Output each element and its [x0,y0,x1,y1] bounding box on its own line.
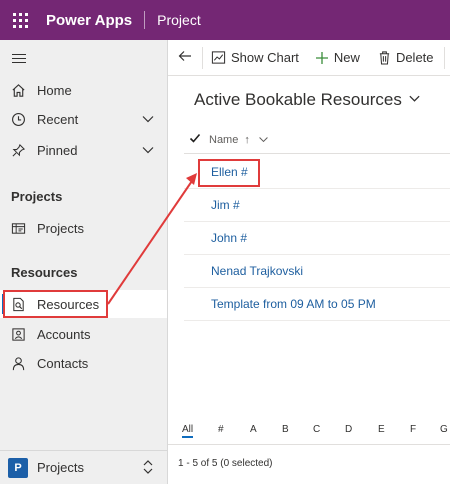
sort-ascending-icon: ↑ [244,133,250,146]
chevron-down-icon[interactable] [141,112,155,129]
column-name-header[interactable]: Name [209,134,238,146]
sidebar-item-label: Accounts [37,326,91,342]
record-link[interactable]: John # [211,231,247,245]
top-divider [144,11,146,29]
top-bar: Power Apps Project [0,0,450,40]
chevron-down-icon[interactable] [141,143,155,160]
record-link[interactable]: Jim # [211,198,240,212]
pin-icon [10,142,26,158]
hamburger-menu-icon[interactable] [12,54,26,64]
filter-letter[interactable]: D [345,424,352,435]
back-arrow-icon [178,49,192,66]
filter-letter[interactable]: F [410,424,416,435]
alphabet-filter: All # A B C D E F G [170,418,450,442]
delete-label: Delete [395,50,434,65]
filter-letter[interactable]: G [440,424,448,435]
sidebar-item-accounts[interactable]: Accounts [0,320,167,348]
select-all-checkmark-icon[interactable] [189,132,201,147]
chart-icon [211,50,226,65]
area-switcher-label: Projects [37,460,84,475]
sidebar: Home Recent Pinned Projects Projects Res… [0,40,168,484]
area-badge: P [8,457,28,478]
home-icon [10,82,26,98]
sidebar-item-label: Contacts [37,355,89,371]
clock-icon [10,111,26,127]
accounts-icon [10,326,26,342]
project-board-icon [10,220,26,236]
sidebar-item-home[interactable]: Home [0,76,167,104]
plus-icon [315,51,329,65]
annotation-highlight-resources [3,290,108,318]
new-label: New [333,50,360,65]
section-header-projects: Projects [11,189,63,204]
record-link[interactable]: Template from 09 AM to 05 PM [211,297,376,311]
new-button[interactable]: New [315,40,360,76]
sidebar-item-recent[interactable]: Recent [0,105,167,133]
command-bar: Show Chart New Delete [168,40,450,76]
filter-letter[interactable]: E [378,424,385,435]
area-switcher[interactable]: P Projects [0,450,167,484]
footer-divider [168,444,450,445]
show-chart-button[interactable]: Show Chart [211,40,299,76]
back-button[interactable] [168,40,202,76]
table-row[interactable]: Jim # [184,189,450,222]
filter-all[interactable]: All [182,424,194,438]
trash-icon [378,50,391,65]
view-title: Active Bookable Resources [194,90,402,109]
show-chart-label: Show Chart [231,50,299,65]
sidebar-item-pinned[interactable]: Pinned [0,136,167,164]
filter-letter[interactable]: A [250,424,257,435]
delete-button[interactable]: Delete [378,40,434,76]
record-link[interactable]: Nenad Trajkovski [211,264,303,278]
app-title[interactable]: Power Apps [46,12,132,29]
sidebar-item-label: Pinned [37,142,78,158]
person-icon [10,355,26,371]
table-row[interactable]: Nenad Trajkovski [184,255,450,288]
filter-letter[interactable]: C [313,424,320,435]
sidebar-item-label: Projects [37,220,84,236]
filter-letter[interactable]: # [218,424,224,435]
view-selector[interactable]: Active Bookable Resources [194,90,421,110]
sidebar-item-contacts[interactable]: Contacts [0,349,167,377]
sidebar-item-projects[interactable]: Projects [0,214,167,242]
record-count-status: 1 - 5 of 5 (0 selected) [178,458,273,469]
annotation-highlight-ellen [198,159,260,187]
grid-column-header: Name ↑ [184,126,450,154]
chevron-up-down-icon[interactable] [141,459,155,480]
table-row[interactable]: John # [184,222,450,255]
filter-letter[interactable]: B [282,424,289,435]
app-launcher-icon[interactable] [0,0,40,40]
chevron-down-icon[interactable] [258,134,269,145]
command-separator [202,46,203,69]
command-separator [443,46,445,69]
table-row[interactable]: Template from 09 AM to 05 PM [184,288,450,321]
sidebar-item-label: Home [37,82,72,98]
section-header-resources: Resources [11,265,78,280]
environment-name[interactable]: Project [157,12,201,28]
chevron-down-icon [408,90,421,110]
sidebar-item-label: Recent [37,111,79,127]
